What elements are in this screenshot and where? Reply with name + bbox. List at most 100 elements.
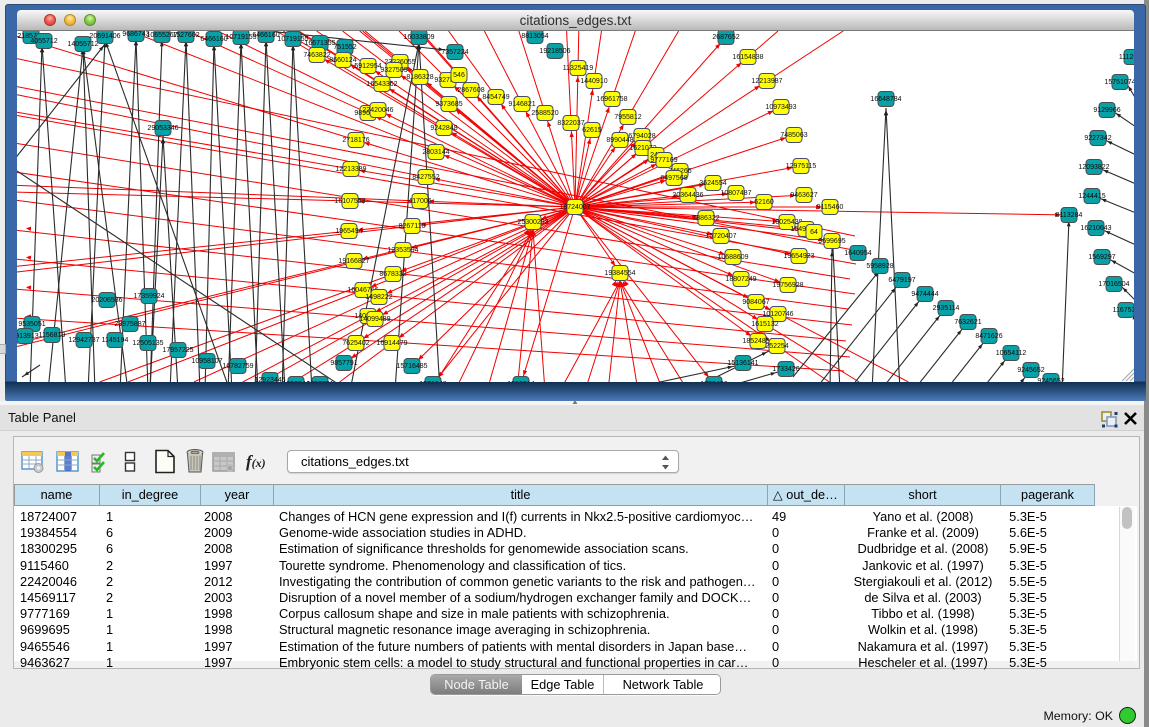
svg-text:9084067: 9084067	[742, 299, 769, 306]
svg-text:8427552: 8427552	[412, 174, 439, 181]
svg-text:1569297: 1569297	[1088, 254, 1115, 261]
svg-text:12923445: 12923445	[254, 377, 285, 382]
svg-text:17016504: 17016504	[1098, 281, 1129, 288]
svg-text:6466160: 6466160	[252, 32, 279, 39]
svg-text:9227342: 9227342	[1084, 135, 1111, 142]
svg-text:1145194: 1145194	[102, 337, 129, 344]
svg-text:8471626: 8471626	[975, 333, 1002, 340]
svg-text:64: 64	[810, 229, 818, 236]
svg-text:1733426: 1733426	[772, 366, 799, 373]
svg-text:2803144: 2803144	[422, 149, 449, 156]
svg-text:16671355: 16671355	[304, 40, 335, 47]
svg-text:1112544: 1112544	[1119, 54, 1134, 61]
svg-text:15716485: 15716485	[396, 363, 427, 370]
svg-text:7357224: 7357224	[441, 49, 468, 56]
svg-text:7485063: 7485063	[780, 132, 807, 139]
svg-text:2687652: 2687652	[712, 34, 739, 41]
svg-text:4055712: 4055712	[30, 38, 57, 45]
svg-text:22420046: 22420046	[362, 107, 393, 114]
svg-text:16914479: 16914479	[376, 340, 407, 347]
svg-text:9699695: 9699695	[818, 238, 845, 245]
svg-text:9777169: 9777169	[650, 157, 677, 164]
svg-text:25300293: 25300293	[517, 219, 548, 226]
svg-text:6794028: 6794028	[628, 133, 655, 140]
svg-text:16782759: 16782759	[222, 363, 253, 370]
svg-text:12505135: 12505135	[132, 340, 163, 347]
svg-text:23975887: 23975887	[114, 321, 145, 328]
svg-text:12942737: 12942737	[68, 337, 99, 344]
svg-text:7632621: 7632621	[954, 319, 981, 326]
svg-text:12213389: 12213389	[335, 166, 366, 173]
svg-text:9857791: 9857791	[306, 381, 333, 382]
svg-text:9327505: 9327505	[380, 67, 407, 74]
svg-text:2588520: 2588520	[531, 110, 558, 117]
svg-text:8186328: 8186328	[406, 74, 433, 81]
svg-text:2718176: 2718176	[342, 137, 369, 144]
svg-text:9242848: 9242848	[430, 125, 457, 132]
svg-text:9535051: 9535051	[18, 321, 45, 328]
svg-text:5958928: 5958928	[866, 263, 893, 270]
svg-text:14099489: 14099489	[359, 316, 390, 323]
svg-text:9474444: 9474444	[911, 291, 938, 298]
svg-text:16210643: 16210643	[1080, 225, 1111, 232]
svg-text:10688609: 10688609	[717, 254, 748, 261]
svg-text:7463822: 7463822	[303, 52, 330, 59]
svg-text:2867608: 2867608	[457, 87, 484, 94]
svg-text:9129966: 9129966	[1093, 107, 1120, 114]
svg-text:10973493: 10973493	[765, 104, 796, 111]
svg-text:751552: 751552	[333, 44, 356, 51]
svg-text:12093822: 12093822	[1078, 164, 1109, 171]
svg-text:1244415: 1244415	[1078, 193, 1105, 200]
svg-text:9463627: 9463627	[790, 192, 817, 199]
svg-text:1615132: 1615132	[751, 321, 778, 328]
svg-text:62615: 62615	[582, 127, 602, 134]
svg-text:17957225: 17957225	[162, 347, 193, 354]
svg-text:6479197: 6479197	[888, 277, 915, 284]
svg-text:9115460: 9115460	[817, 204, 844, 211]
svg-text:16648784: 16648784	[870, 96, 901, 103]
svg-text:11325419: 11325419	[563, 65, 594, 72]
svg-text:8267110: 8267110	[399, 223, 426, 230]
svg-text:8660124: 8660124	[329, 57, 356, 64]
svg-text:15720407: 15720407	[705, 233, 736, 240]
svg-text:1498222: 1498222	[365, 294, 392, 301]
svg-text:10807487: 10807487	[720, 190, 751, 197]
svg-text:12213987: 12213987	[751, 78, 782, 85]
svg-text:17359924: 17359924	[133, 293, 164, 300]
svg-text:8322037: 8322037	[557, 120, 584, 127]
svg-text:9146821: 9146821	[508, 101, 535, 108]
svg-text:1571648: 1571648	[419, 381, 446, 382]
svg-text:19756928: 19756928	[772, 282, 803, 289]
svg-text:18807249: 18807249	[725, 276, 756, 283]
svg-text:1733426: 1733426	[700, 381, 727, 382]
svg-text:6466160: 6466160	[200, 36, 227, 43]
svg-text:8454749: 8454749	[482, 94, 509, 101]
svg-text:1513614: 1513614	[507, 381, 534, 382]
svg-text:1440910: 1440910	[580, 78, 607, 85]
svg-text:2935114: 2935114	[933, 305, 960, 312]
svg-text:15751074: 15751074	[1104, 79, 1134, 86]
svg-text:19384554: 19384554	[604, 270, 635, 277]
svg-text:18724007: 18724007	[559, 204, 590, 211]
svg-text:12353594: 12353594	[387, 247, 418, 254]
svg-text:546: 546	[453, 72, 465, 79]
svg-text:7955812: 7955812	[614, 114, 641, 121]
svg-text:10958107: 10958107	[191, 358, 222, 365]
svg-text:19654923: 19654923	[783, 253, 814, 260]
svg-text:29053346: 29053346	[147, 125, 178, 132]
svg-text:3913913: 3913913	[17, 333, 39, 340]
svg-text:252254: 252254	[765, 343, 788, 350]
svg-text:417006: 417006	[408, 198, 431, 205]
svg-text:16033809: 16033809	[403, 34, 434, 41]
svg-text:8113284: 8113284	[1056, 212, 1083, 219]
svg-text:19166827: 19166827	[338, 258, 369, 265]
svg-text:8813054: 8813054	[521, 33, 548, 40]
svg-text:7625402: 7625402	[342, 340, 369, 347]
svg-text:16961758: 16961758	[596, 96, 627, 103]
svg-text:7886322: 7886322	[692, 215, 719, 222]
svg-text:16154838: 16154838	[732, 54, 763, 61]
svg-text:6497568: 6497568	[660, 175, 687, 182]
svg-text:19218506: 19218506	[539, 48, 570, 55]
svg-text:3624554: 3624554	[699, 180, 726, 187]
svg-text:1527602: 1527602	[172, 32, 199, 39]
